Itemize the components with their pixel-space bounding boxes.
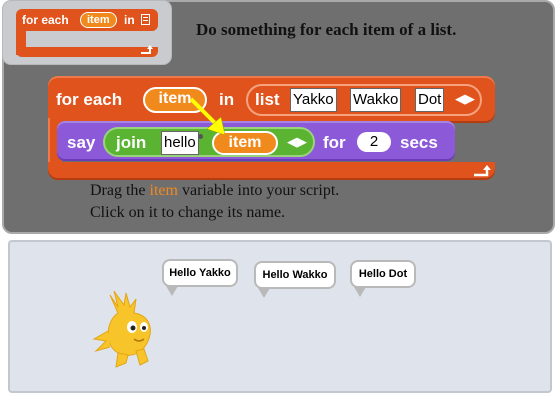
list-arrows-icon[interactable]: ◀▶ xyxy=(455,92,475,107)
speech-bubble-tail xyxy=(354,287,366,297)
list-icon xyxy=(141,14,150,25)
hint-line-1-start: Drag the xyxy=(90,182,150,199)
list-slot-3[interactable]: Dot xyxy=(415,88,445,112)
mini-block-foot xyxy=(16,47,158,57)
drag-arrow-icon xyxy=(189,97,226,136)
for-each-label: for each xyxy=(56,90,123,109)
list-slot-1[interactable]: Yakko xyxy=(290,88,337,112)
list-label: list xyxy=(255,90,280,109)
caption-title: Do something for each item of a list. xyxy=(196,20,457,39)
speech-bubble-2: Hello Wakko xyxy=(254,261,336,289)
for-label: for xyxy=(323,133,346,152)
join-label: join xyxy=(116,133,147,152)
loop-arrow-icon xyxy=(474,165,491,177)
speech-bubble-tail xyxy=(258,288,270,298)
mini-item-variable[interactable]: item xyxy=(80,12,117,28)
list-slot-2[interactable]: Wakko xyxy=(350,88,402,112)
hint-line-2: Click on it to change its name. xyxy=(90,204,286,221)
loop-arrow-icon xyxy=(141,45,153,54)
hint-line-1: Drag the item variable into your script. xyxy=(90,182,339,200)
mini-in-label: in xyxy=(124,13,135,27)
alonzo-sprite[interactable] xyxy=(88,287,168,371)
secs-input[interactable]: 2 xyxy=(357,132,391,152)
secs-label: secs xyxy=(400,133,438,152)
for-each-block-foot xyxy=(48,162,495,180)
hint-line-1-end: variable into your script. xyxy=(177,182,340,199)
palette-for-each-block[interactable]: for each item in xyxy=(16,9,158,57)
say-label: say xyxy=(67,133,96,152)
hint-item-word: item xyxy=(149,182,178,199)
join-arrows-icon[interactable]: ◀▶ xyxy=(287,135,307,150)
speech-bubble-1: Hello Yakko xyxy=(162,259,238,287)
speech-bubble-3: Hello Dot xyxy=(350,260,416,288)
mini-for-each-label: for each xyxy=(22,13,69,27)
